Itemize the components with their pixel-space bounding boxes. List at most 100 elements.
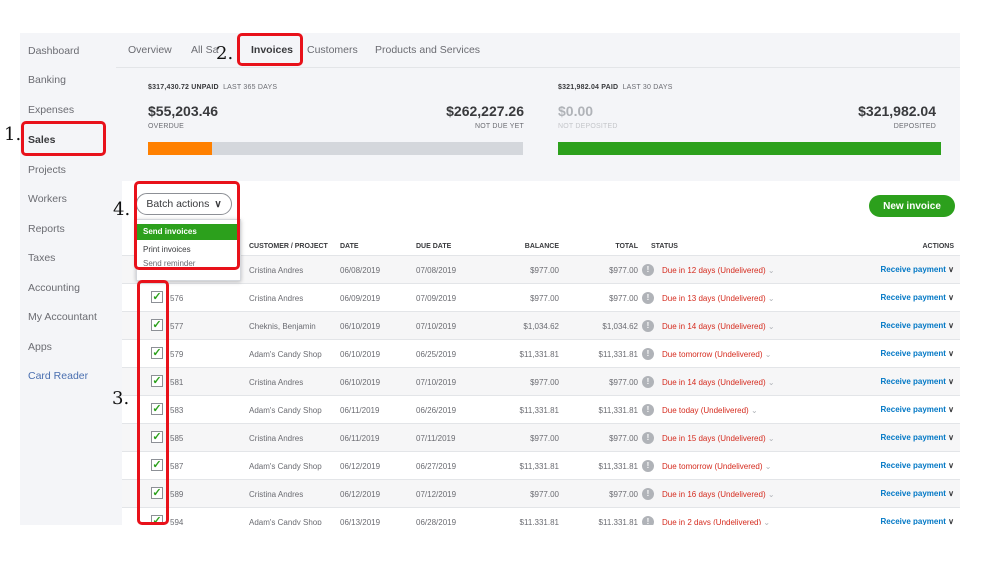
table-row[interactable]: ✓ 585 Cristina Andres 06/11/2019 07/11/2019 $… (122, 423, 960, 452)
receive-payment-button[interactable]: Receive payment ∨ (881, 377, 954, 386)
sidebar-item-dashboard[interactable]: Dashboard (28, 45, 79, 57)
chevron-down-icon: ⌄ (763, 518, 771, 525)
invoice-number[interactable]: 579 (170, 350, 183, 359)
sidebar-item-projects[interactable]: Projects (28, 164, 66, 176)
info-icon[interactable]: ! (642, 488, 654, 500)
status-dropdown[interactable]: Due in 13 days (Undelivered) ⌄ (662, 294, 775, 303)
chevron-down-icon[interactable]: ∨ (948, 405, 954, 414)
customer-name[interactable]: Cristina Andres (249, 490, 303, 499)
header-balance[interactable]: BALANCE (525, 243, 559, 250)
status-dropdown[interactable]: Due tomorrow (Undelivered) ⌄ (662, 462, 771, 471)
header-due-date[interactable]: DUE DATE (416, 243, 451, 250)
info-icon[interactable]: ! (642, 292, 654, 304)
total: $11,331.81 (598, 406, 638, 415)
receive-payment-button[interactable]: Receive payment ∨ (881, 489, 954, 498)
chevron-down-icon[interactable]: ∨ (948, 461, 954, 470)
tab-products-and-services[interactable]: Products and Services (375, 44, 480, 56)
status-dropdown[interactable]: Due in 16 days (Undelivered) ⌄ (662, 490, 775, 499)
sidebar-item-accounting[interactable]: Accounting (28, 282, 80, 294)
invoice-number[interactable]: 583 (170, 406, 183, 415)
chevron-down-icon[interactable]: ∨ (948, 517, 954, 525)
status-dropdown[interactable]: Due in 12 days (Undelivered) ⌄ (662, 266, 775, 275)
status-dropdown[interactable]: Due in 2 days (Undelivered) ⌄ (662, 518, 770, 525)
chevron-down-icon[interactable]: ∨ (948, 293, 954, 302)
invoice-number[interactable]: 589 (170, 490, 183, 499)
header-status[interactable]: STATUS (651, 243, 678, 250)
info-icon[interactable]: ! (642, 404, 654, 416)
invoice-number[interactable]: 581 (170, 378, 183, 387)
sidebar-item-banking[interactable]: Banking (28, 74, 66, 86)
table-row[interactable]: ✓ 579 Adam's Candy Shop 06/10/2019 06/25/201… (122, 339, 960, 368)
receive-payment-button[interactable]: Receive payment ∨ (881, 349, 954, 358)
sidebar-item-apps[interactable]: Apps (28, 341, 52, 353)
info-icon[interactable]: ! (642, 348, 654, 360)
invoice-number[interactable]: 585 (170, 434, 183, 443)
sidebar-item-workers[interactable]: Workers (28, 193, 67, 205)
info-icon[interactable]: ! (642, 320, 654, 332)
invoice-number[interactable]: 576 (170, 294, 183, 303)
header-customer[interactable]: CUSTOMER / PROJECT (249, 243, 328, 250)
info-icon[interactable]: ! (642, 432, 654, 444)
new-invoice-button[interactable]: New invoice (869, 195, 955, 217)
receive-payment-button[interactable]: Receive payment ∨ (881, 433, 954, 442)
paid-progress-bar[interactable] (558, 142, 941, 155)
chevron-down-icon[interactable]: ∨ (948, 265, 954, 274)
status-dropdown[interactable]: Due today (Undelivered) ⌄ (662, 406, 758, 415)
customer-name[interactable]: Adam's Candy Shop (249, 406, 322, 415)
customer-name[interactable]: Cristina Andres (249, 378, 303, 387)
sidebar-item-card-reader[interactable]: Card Reader (28, 370, 88, 382)
status-dropdown[interactable]: Due in 14 days (Undelivered) ⌄ (662, 378, 775, 387)
status-dropdown[interactable]: Due tomorrow (Undelivered) ⌄ (662, 350, 771, 359)
unpaid-progress-bar[interactable] (148, 142, 523, 155)
chevron-down-icon[interactable]: ∨ (948, 349, 954, 358)
unpaid-summary: $317,430.72 UNPAID LAST 365 DAYS (148, 84, 277, 91)
info-icon[interactable]: ! (642, 460, 654, 472)
table-row[interactable]: ✓ 594 Adam's Candy Shop 06/13/2019 06/28/201… (122, 507, 960, 525)
table-row[interactable]: ✓ 583 Adam's Candy Shop 06/11/2019 06/26/201… (122, 395, 960, 424)
info-icon[interactable]: ! (642, 376, 654, 388)
table-row[interactable]: ✓ 581 Cristina Andres 06/10/2019 07/10/2019 $… (122, 367, 960, 396)
chevron-down-icon[interactable]: ∨ (948, 321, 954, 330)
chevron-down-icon[interactable]: ∨ (948, 489, 954, 498)
receive-payment-button[interactable]: Receive payment ∨ (881, 517, 954, 525)
customer-name[interactable]: Cristina Andres (249, 266, 303, 275)
status-dropdown[interactable]: Due in 14 days (Undelivered) ⌄ (662, 322, 775, 331)
sidebar-item-taxes[interactable]: Taxes (28, 252, 55, 264)
receive-payment-button[interactable]: Receive payment ∨ (881, 461, 954, 470)
deposited-label: DEPOSITED (893, 123, 936, 130)
customer-name[interactable]: Adam's Candy Shop (249, 518, 322, 525)
due-date: 06/27/2019 (416, 462, 457, 471)
invoice-number[interactable]: 587 (170, 462, 183, 471)
header-date[interactable]: DATE (340, 243, 359, 250)
tab-all-sales[interactable]: All Sa (191, 44, 218, 56)
sidebar-item-expenses[interactable]: Expenses (28, 104, 74, 116)
info-icon[interactable]: ! (642, 264, 654, 276)
table-row[interactable]: ✓ 589 Cristina Andres 06/12/2019 07/12/2019 $… (122, 479, 960, 508)
chevron-down-icon[interactable]: ∨ (948, 433, 954, 442)
receive-payment-button[interactable]: Receive payment ∨ (881, 405, 954, 414)
customer-name[interactable]: Adam's Candy Shop (249, 350, 322, 359)
customer-name[interactable]: Adam's Candy Shop (249, 462, 322, 471)
table-row[interactable]: Cristina Andres 06/08/2019 07/08/2019 $977.… (122, 255, 960, 284)
customer-name[interactable]: Cristina Andres (249, 294, 303, 303)
table-row[interactable]: ✓ 576 Cristina Andres 06/09/2019 07/09/2019 $… (122, 283, 960, 312)
header-total[interactable]: TOTAL (615, 243, 638, 250)
sidebar-item-reports[interactable]: Reports (28, 223, 65, 235)
customer-name[interactable]: Cheknis, Benjamin (249, 322, 316, 331)
info-icon[interactable]: ! (642, 516, 654, 525)
table-row[interactable]: ✓ 587 Adam's Candy Shop 06/12/2019 06/27/201… (122, 451, 960, 480)
tab-overview[interactable]: Overview (128, 44, 172, 56)
invoice-number[interactable]: 594 (170, 518, 183, 525)
tab-customers[interactable]: Customers (307, 44, 358, 56)
invoice-number[interactable]: 577 (170, 322, 183, 331)
sidebar-item-my-accountant[interactable]: My Accountant (28, 311, 97, 323)
status-dropdown[interactable]: Due in 15 days (Undelivered) ⌄ (662, 434, 775, 443)
table-row[interactable]: ✓ 577 Cheknis, Benjamin 06/10/2019 07/10/201… (122, 311, 960, 340)
receive-payment-button[interactable]: Receive payment ∨ (881, 321, 954, 330)
receive-payment-button[interactable]: Receive payment ∨ (881, 293, 954, 302)
receive-payment-button[interactable]: Receive payment ∨ (881, 265, 954, 274)
chevron-down-icon[interactable]: ∨ (948, 377, 954, 386)
receive-payment-label: Receive payment (880, 349, 946, 358)
due-date: 07/10/2019 (416, 322, 457, 331)
customer-name[interactable]: Cristina Andres (249, 434, 303, 443)
